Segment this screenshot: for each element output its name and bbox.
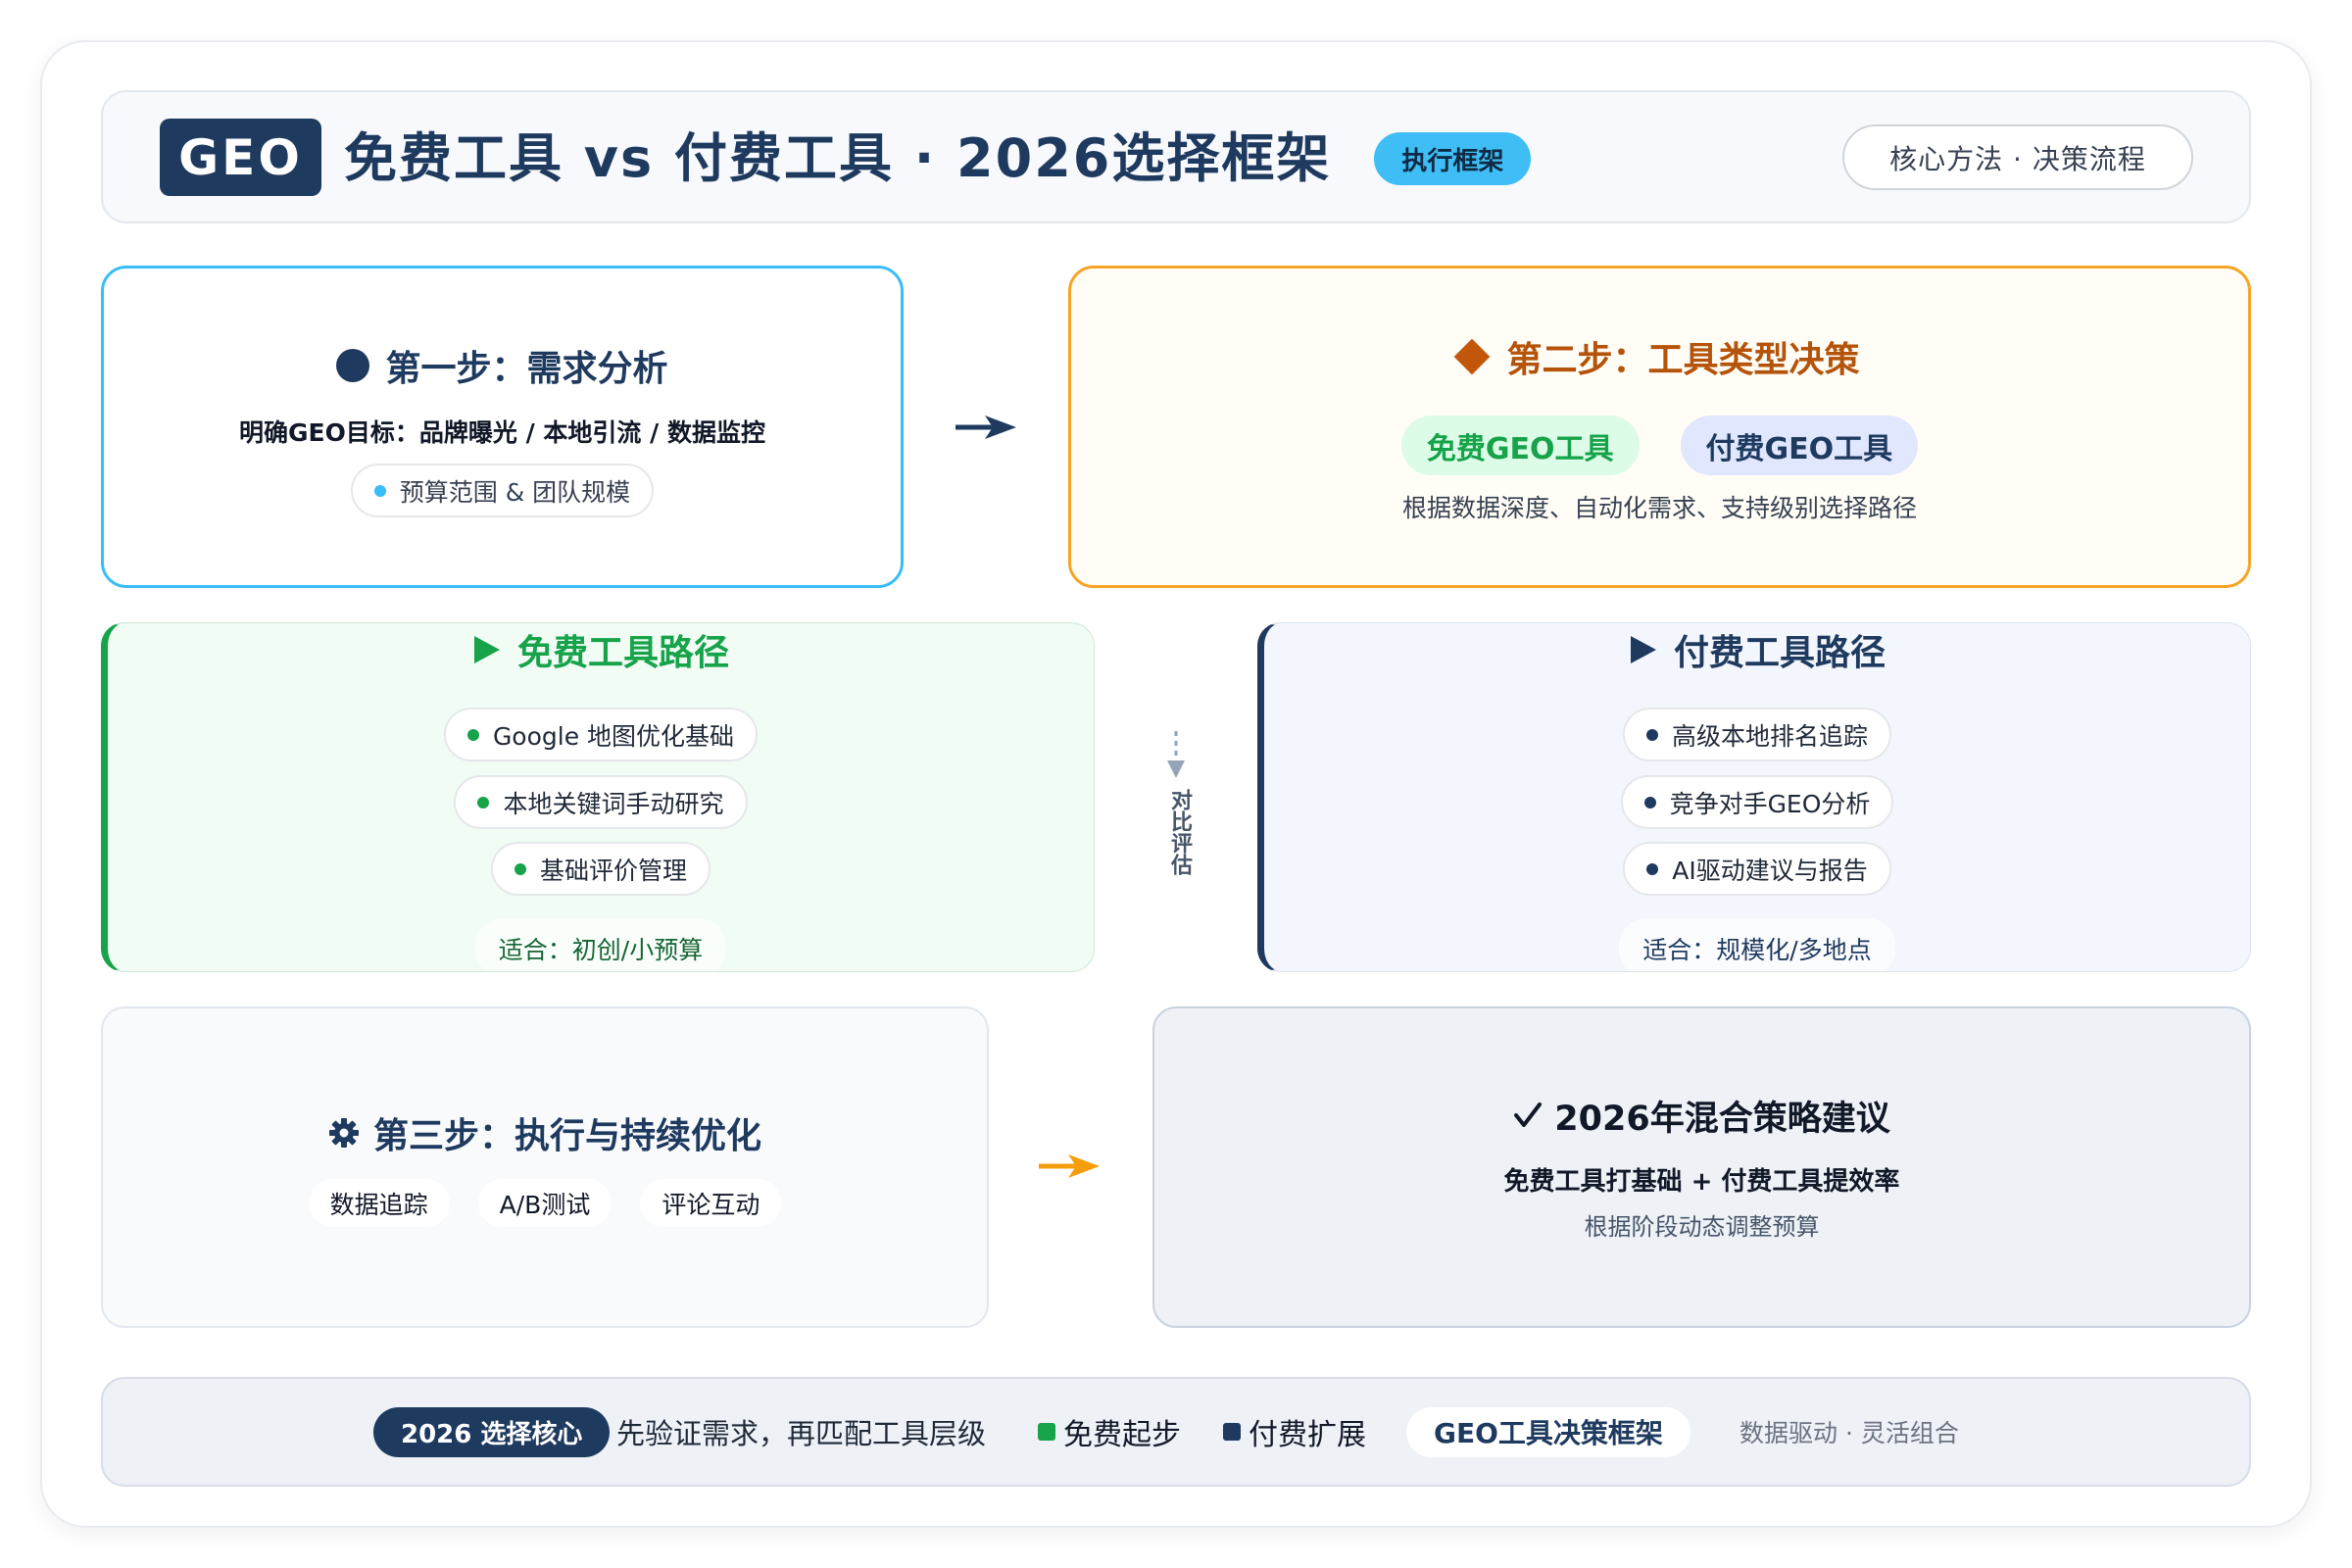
- dot-icon: [477, 796, 490, 808]
- free-item-row: 本地关键词手动研究: [108, 775, 1094, 829]
- legend-square-icon: [1223, 1423, 1241, 1441]
- free-fit-pill: 适合：初创/小预算: [474, 918, 727, 971]
- dot-icon: [514, 862, 526, 875]
- core-pill: 2026 选择核心: [373, 1406, 611, 1457]
- dot-icon: [466, 728, 479, 741]
- free-item-label: 本地关键词手动研究: [503, 789, 724, 818]
- budget-pill-label: 预算范围 & 团队规模: [399, 477, 631, 507]
- list-item: 高级本地排名追踪: [1622, 708, 1891, 761]
- step4-line2: 根据阶段动态调整预算: [1584, 1212, 1820, 1241]
- step2-title: 第二步：工具类型决策: [1506, 340, 1860, 380]
- free-item-row: Google 地图优化基础: [108, 708, 1094, 761]
- footer-bar: 2026 选择核心 先验证需求，再匹配工具层级 免费起步 付费扩展 GEO工具决…: [101, 1377, 2251, 1487]
- legend-square-icon: [1038, 1423, 1055, 1441]
- free-path-title: 免费工具路径: [516, 633, 729, 673]
- step4-title-row: 2026年混合策略建议: [1154, 1091, 2249, 1140]
- arrow-right-icon: [956, 416, 1016, 439]
- step2-title-row: 第二步：工具类型决策: [1071, 332, 2248, 381]
- paid-fit-row: 适合：规模化/多地点: [1264, 918, 2250, 971]
- paid-item-row: 竞争对手GEO分析: [1264, 775, 2250, 829]
- check-icon: [1514, 1102, 1543, 1127]
- step3-title-row: 第三步：执行与持续优化: [103, 1108, 987, 1157]
- dot-icon: [1645, 728, 1658, 741]
- paid-item-label: AI驱动建议与报告: [1672, 856, 1868, 885]
- step1-goal: 明确GEO目标：品牌曝光 / 本地引流 / 数据监控: [239, 418, 765, 447]
- framework-pill-wrap: GEO工具决策框架: [1406, 1379, 1690, 1485]
- legend-paid: 付费扩展: [1223, 1379, 1366, 1485]
- list-item: 基础评价管理: [490, 842, 710, 896]
- tag-ab-test: A/B测试: [477, 1179, 612, 1227]
- framework-tag: 执行框架: [1374, 132, 1532, 185]
- tag-data-tracking: 数据追踪: [308, 1179, 450, 1227]
- dot-icon: [373, 484, 386, 497]
- paid-item-label: 竞争对手GEO分析: [1669, 789, 1871, 818]
- step4-title: 2026年混合策略建议: [1554, 1099, 1890, 1139]
- free-item-label: 基础评价管理: [539, 856, 687, 885]
- method-pill: 核心方法 · 决策流程: [1842, 124, 2193, 190]
- step1-title-row: 第一步：需求分析: [104, 341, 901, 390]
- list-item: 竞争对手GEO分析: [1620, 775, 1894, 829]
- free-path-card: 免费工具路径 Google 地图优化基础 本地关键词手动研究 基础评价管理 适合…: [101, 622, 1095, 972]
- legend-free-label: 免费起步: [1063, 1418, 1181, 1452]
- dot-icon: [1646, 862, 1659, 875]
- step1-card: 第一步：需求分析 明确GEO目标：品牌曝光 / 本地引流 / 数据监控 预算范围…: [101, 266, 904, 588]
- paid-tool-pill: 付费GEO工具: [1680, 416, 1919, 475]
- geo-badge: GEO: [160, 119, 321, 196]
- gear-icon: [328, 1118, 359, 1148]
- footer-text: 先验证需求，再匹配工具层级: [616, 1417, 987, 1450]
- list-item: Google 地图优化基础: [443, 708, 759, 761]
- diamond-icon: [1454, 338, 1491, 375]
- step4-card: 2026年混合策略建议 免费工具打基础 + 付费工具提效率 根据阶段动态调整预算: [1152, 1006, 2251, 1328]
- list-item: 本地关键词手动研究: [454, 775, 748, 829]
- step3-title: 第三步：执行与持续优化: [372, 1116, 761, 1156]
- core-pill-wrap: 2026 选择核心: [373, 1379, 611, 1485]
- tool-type-row: 免费GEO工具 付费GEO工具: [1071, 416, 2248, 475]
- legend-paid-label: 付费扩展: [1249, 1418, 1366, 1452]
- framework-pill: GEO工具决策框架: [1406, 1406, 1690, 1457]
- play-triangle-icon: [1630, 636, 1656, 663]
- free-item-row: 基础评价管理: [108, 842, 1094, 896]
- title-row: 免费工具 vs 付费工具 · 2026选择框架 执行框架: [344, 127, 1532, 190]
- step3-card: 第三步：执行与持续优化 数据追踪 A/B测试 评论互动: [101, 1006, 989, 1328]
- tag-review-interaction: 评论互动: [640, 1179, 782, 1227]
- paid-item-row: 高级本地排名追踪: [1264, 708, 2250, 761]
- arrow-right-icon: [1039, 1154, 1100, 1178]
- paid-item-label: 高级本地排名追踪: [1671, 721, 1868, 751]
- step4-line1: 免费工具打基础 + 付费工具提效率: [1503, 1166, 1900, 1197]
- paid-path-title: 付费工具路径: [1673, 633, 1886, 673]
- paid-path-title-row: 付费工具路径: [1264, 627, 2250, 673]
- free-fit-row: 适合：初创/小预算: [108, 918, 1094, 971]
- list-item: AI驱动建议与报告: [1623, 842, 1891, 896]
- page-title: 免费工具 vs 付费工具 · 2026选择框架: [344, 127, 1332, 189]
- paid-item-row: AI驱动建议与报告: [1264, 842, 2250, 896]
- play-triangle-icon: [473, 636, 500, 663]
- free-tool-pill: 免费GEO工具: [1400, 416, 1640, 475]
- paid-fit-pill: 适合：规模化/多地点: [1619, 918, 1895, 971]
- dot-icon: [1643, 796, 1656, 808]
- footer-right-text: 数据驱动 · 灵活组合: [1740, 1419, 1959, 1447]
- step1-title: 第一步：需求分析: [385, 349, 668, 389]
- circle-icon: [336, 349, 370, 382]
- step1-pill-row: 预算范围 & 团队规模: [104, 464, 901, 517]
- step3-tags-row: 数据追踪 A/B测试 评论互动: [103, 1179, 987, 1227]
- paid-path-card: 付费工具路径 高级本地排名追踪 竞争对手GEO分析 AI驱动建议与报告 适合：规…: [1257, 622, 2251, 972]
- dashed-arrow-down-icon: [1167, 731, 1185, 778]
- free-item-label: Google 地图优化基础: [492, 721, 735, 751]
- header-bar: GEO 免费工具 vs 付费工具 · 2026选择框架 执行框架 核心方法 · …: [101, 90, 2251, 223]
- step2-card: 第二步：工具类型决策 免费GEO工具 付费GEO工具 根据数据深度、自动化需求、…: [1068, 266, 2251, 588]
- budget-pill: 预算范围 & 团队规模: [350, 464, 655, 517]
- free-path-title-row: 免费工具路径: [108, 627, 1094, 673]
- compare-label: 对比评估: [1167, 789, 1192, 875]
- step2-desc: 根据数据深度、自动化需求、支持级别选择路径: [1401, 494, 1917, 522]
- legend-free: 免费起步: [1038, 1379, 1181, 1485]
